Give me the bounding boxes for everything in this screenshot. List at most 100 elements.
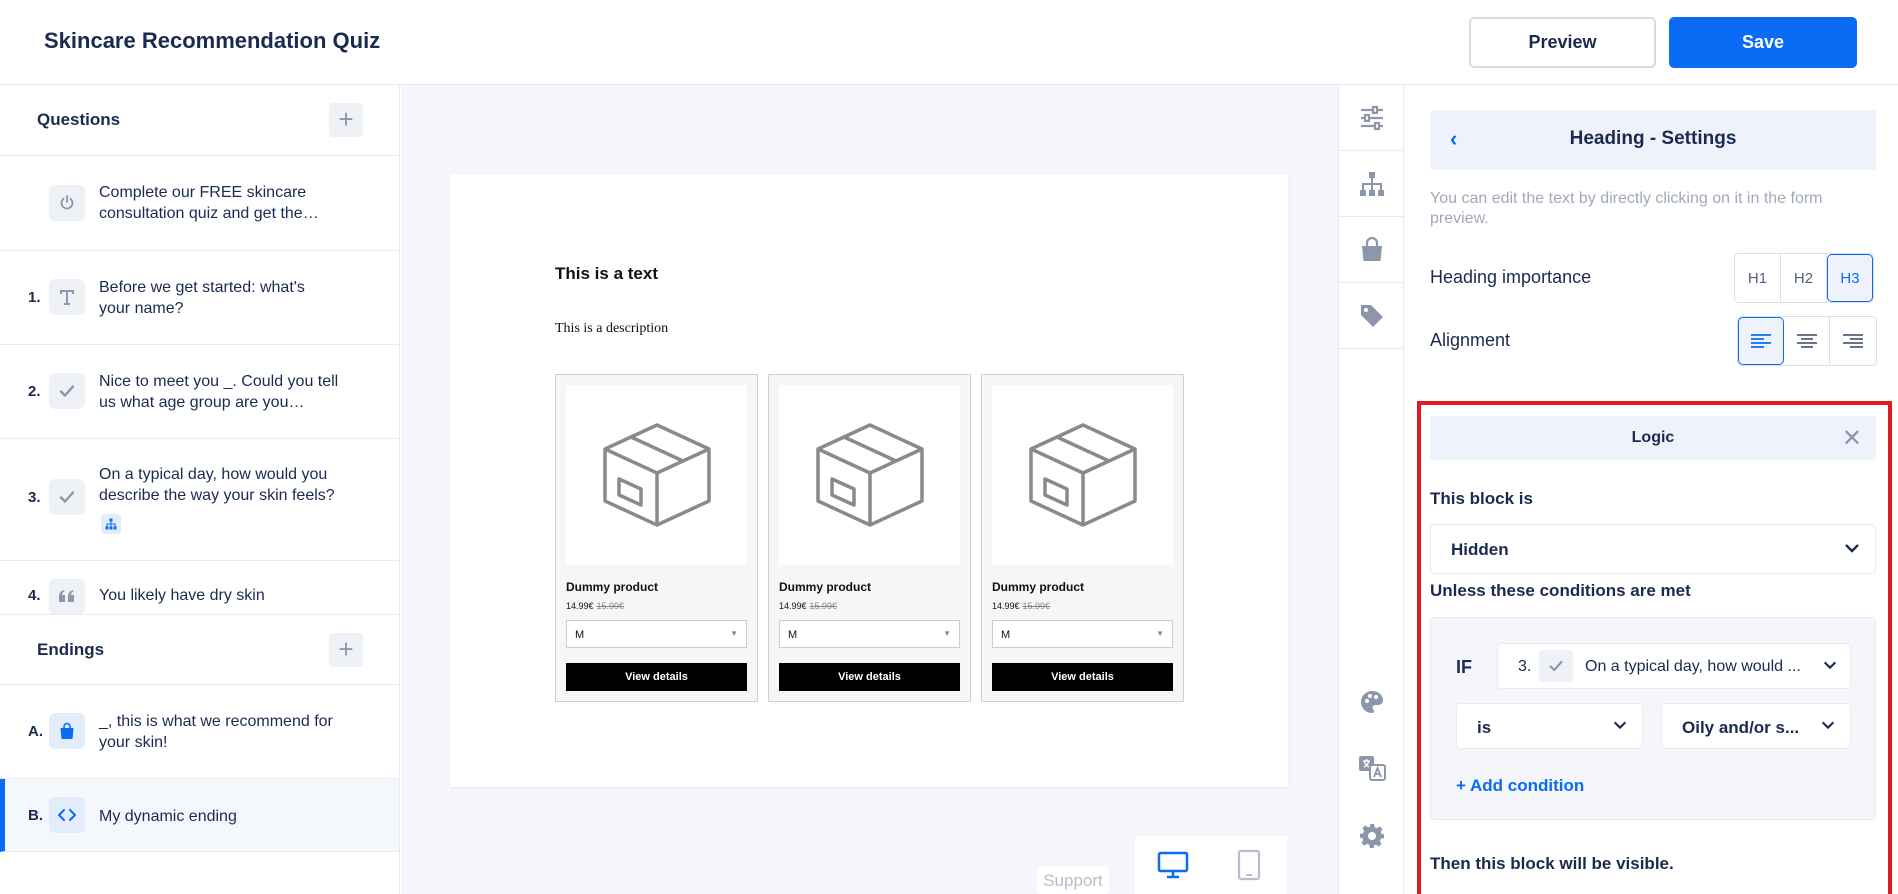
form-preview-card: This is a text This is a description Dum… (450, 174, 1288, 787)
preview-description[interactable]: This is a description (555, 321, 668, 337)
settings-button[interactable] (1339, 803, 1405, 869)
alignment-selector (1737, 316, 1877, 366)
desktop-view-button[interactable] (1135, 836, 1211, 894)
question-text: Complete our FREE skincare consultation … (99, 184, 319, 222)
questions-title: Questions (37, 110, 121, 129)
view-details-button[interactable]: View details (566, 663, 747, 691)
product-card: Dummy product 14.99€ 15.99€ M ▼ View detai… (555, 374, 758, 702)
ending-letter: B. (28, 807, 43, 824)
shopping-bag-icon (1362, 236, 1382, 261)
ending-text: _, this is what we recommend for your sk… (99, 713, 333, 751)
quiz-title: Skincare Recommendation Quiz (44, 28, 381, 53)
question-number: 2. (28, 383, 41, 400)
sliders-icon (1361, 105, 1383, 130)
sitemap-icon (1360, 171, 1384, 196)
logic-tree-button[interactable] (1339, 151, 1405, 217)
product-price: 14.99€ 15.99€ (566, 601, 625, 611)
size-select[interactable]: M ▼ (779, 620, 960, 648)
translate-button[interactable] (1339, 735, 1405, 801)
products-button[interactable] (1339, 217, 1405, 283)
product-card: Dummy product 14.99€ 15.99€ M ▼ View detai… (768, 374, 971, 702)
then-visible-text: Then this block will be visible. (1430, 854, 1674, 873)
align-left-option[interactable] (1738, 317, 1784, 365)
save-button[interactable]: Save (1669, 17, 1857, 68)
close-icon[interactable]: ✕ (1842, 424, 1862, 453)
question-number: 4. (28, 587, 41, 604)
h3-option[interactable]: H3 (1827, 254, 1873, 302)
question-item-1[interactable]: 1. Before we get started: what's your na… (0, 251, 399, 345)
chevron-down-icon (1822, 657, 1838, 678)
settings-sliders-button[interactable] (1339, 85, 1405, 151)
tool-rail (1338, 85, 1405, 894)
gear-icon (1360, 824, 1384, 848)
top-bar: Skincare Recommendation Quiz Preview Sav… (0, 0, 1898, 85)
ending-item-b[interactable]: B. My dynamic ending (0, 779, 399, 852)
question-text: You likely have dry skin (99, 587, 265, 604)
question-text: Before we get started: what's your name? (99, 279, 305, 317)
check-icon (49, 479, 85, 515)
check-icon (49, 373, 85, 409)
tags-button[interactable] (1339, 283, 1405, 349)
condition-question-text: On a typical day, how would ... (1585, 658, 1801, 675)
align-center-option[interactable] (1784, 317, 1830, 365)
add-question-button[interactable]: + (329, 103, 363, 137)
logic-title: Logic (1631, 429, 1675, 446)
code-icon (49, 797, 85, 833)
size-select[interactable]: M ▼ (992, 620, 1173, 648)
question-item-2[interactable]: 2. Nice to meet you _. Could you tell us… (0, 345, 399, 439)
power-icon (49, 185, 85, 221)
question-item-4[interactable]: 4. You likely have dry skin (0, 561, 399, 621)
alignment-label: Alignment (1430, 330, 1511, 350)
h1-option[interactable]: H1 (1735, 254, 1781, 302)
box-icon (992, 385, 1173, 565)
theme-button[interactable] (1339, 669, 1405, 735)
endings-title: Endings (37, 640, 105, 659)
box-icon (779, 385, 960, 565)
align-left-icon (1750, 334, 1771, 348)
conditions-panel: IF 3. On a typical day, how would ... is… (1430, 617, 1876, 820)
ending-item-a[interactable]: A. _, this is what we recommend for your… (0, 685, 399, 779)
product-name: Dummy product (566, 580, 659, 594)
condition-question-dropdown[interactable]: 3. On a typical day, how would ... (1497, 643, 1851, 689)
size-select[interactable]: M ▼ (566, 620, 747, 648)
palette-icon (1361, 691, 1383, 713)
condition-value-dropdown[interactable]: Oily and/or s... (1661, 703, 1851, 749)
support-button[interactable]: Support (1037, 866, 1109, 894)
h2-option[interactable]: H2 (1781, 254, 1827, 302)
product-price: 14.99€ 15.99€ (992, 601, 1051, 611)
view-details-button[interactable]: View details (779, 663, 960, 691)
align-right-option[interactable] (1830, 317, 1876, 365)
settings-panel: ‹ Heading - Settings You can edit the te… (1404, 85, 1898, 894)
add-condition-button[interactable]: + Add condition (1456, 776, 1584, 796)
if-label: IF (1456, 657, 1472, 677)
chevron-down-icon (1843, 539, 1861, 562)
product-card: Dummy product 14.99€ 15.99€ M ▼ View detai… (981, 374, 1184, 702)
ending-text: My dynamic ending (99, 808, 237, 825)
product-name: Dummy product (992, 580, 1085, 594)
heading-importance-selector: H1 H2 H3 (1734, 253, 1874, 303)
question-number: 3. (28, 489, 41, 506)
condition-operator-dropdown[interactable]: is (1456, 703, 1643, 749)
logic-header: Logic ✕ (1430, 416, 1876, 460)
view-details-button[interactable]: View details (992, 663, 1173, 691)
mobile-view-button[interactable] (1211, 836, 1287, 894)
check-icon (1539, 650, 1573, 682)
block-state-dropdown[interactable]: Hidden (1430, 524, 1876, 574)
ending-letter: A. (28, 723, 43, 740)
preview-heading[interactable]: This is a text (555, 264, 658, 284)
add-ending-button[interactable]: + (329, 633, 363, 667)
question-item-3[interactable]: 3. On a typical day, how would you descr… (0, 439, 399, 561)
logic-branch-icon (101, 514, 121, 534)
chevron-down-icon: ▼ (730, 629, 738, 638)
chevron-down-icon (1820, 717, 1836, 738)
quote-icon (49, 579, 85, 615)
question-number: 1. (28, 289, 41, 306)
endings-header: Endings + (0, 614, 399, 685)
question-item-welcome[interactable]: Complete our FREE skincare consultation … (0, 156, 399, 251)
device-toggle (1135, 836, 1287, 894)
block-state-label: This block is (1430, 489, 1533, 508)
box-icon (566, 385, 747, 565)
text-icon (49, 279, 85, 315)
preview-button[interactable]: Preview (1469, 17, 1656, 68)
heading-importance-label: Heading importance (1430, 267, 1592, 287)
